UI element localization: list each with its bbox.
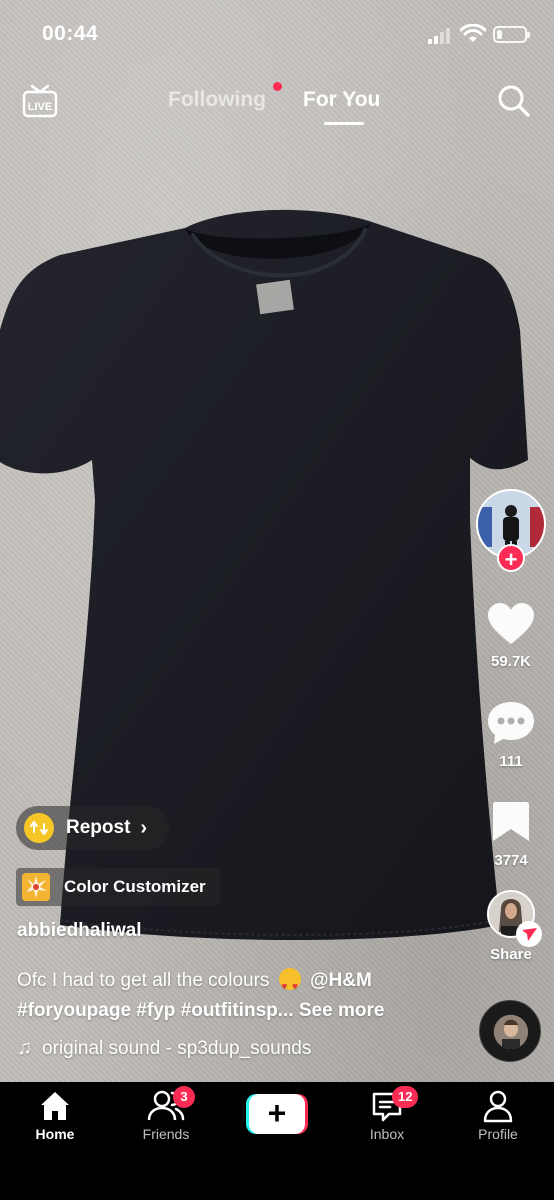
heart-eyes-emoji (278, 968, 301, 1001)
music-note-icon: ♫ (17, 1037, 32, 1059)
create-button[interactable]: + (246, 1094, 308, 1134)
effect-icon (22, 873, 50, 901)
sound-name: original sound - sp3dup_sounds (42, 1037, 312, 1059)
plus-icon: + (249, 1094, 305, 1134)
effect-label: Color Customizer (64, 877, 206, 896)
music-disc[interactable] (479, 1000, 541, 1062)
like-count: 59.7K (490, 653, 532, 670)
comment-button[interactable]: 111 (476, 700, 546, 770)
tab-inbox[interactable]: 12 Inbox (342, 1086, 432, 1142)
repost-button[interactable]: Repost › (16, 806, 170, 850)
repost-icon (24, 813, 54, 843)
tab-profile-label: Profile (478, 1126, 518, 1142)
live-icon[interactable]: LIVE (22, 84, 58, 118)
tab-friends-label: Friends (142, 1126, 190, 1142)
caption-text: Ofc I had to get all the colours (17, 970, 270, 991)
tab-inbox-label: Inbox (369, 1126, 405, 1142)
home-icon (41, 1092, 69, 1120)
status-bar: 00:44 (0, 0, 554, 64)
tab-for-you[interactable]: For You (303, 88, 380, 112)
top-nav: LIVE Following For You (0, 80, 554, 130)
friends-icon-wrap: 3 (121, 1086, 211, 1124)
bookmark-count: 3774 (494, 852, 528, 869)
music-disc-cover (494, 1015, 528, 1049)
creator-avatar-group[interactable]: + (476, 489, 546, 573)
caption-hashtags[interactable]: #foryoupage #fyp #outfitinsp... (17, 1000, 294, 1021)
inbox-badge: 12 (392, 1086, 419, 1108)
effect-burst-glyph (22, 873, 50, 901)
following-notification-dot (273, 82, 282, 91)
video-caption: Ofc I had to get all the colours @H&M #f… (17, 966, 457, 1026)
chevron-right-icon: › (140, 816, 148, 839)
status-time: 00:44 (42, 22, 99, 45)
home-icon-wrap (10, 1088, 100, 1124)
search-icon[interactable] (497, 84, 531, 118)
profile-icon-wrap (453, 1088, 543, 1124)
friends-badge: 3 (173, 1086, 195, 1108)
signal-icon (428, 28, 450, 44)
share-label: Share (490, 946, 532, 963)
inbox-icon-wrap: 12 (342, 1086, 432, 1124)
sound-link[interactable]: ♫ original sound - sp3dup_sounds (17, 1037, 311, 1060)
share-icon (516, 921, 542, 947)
battery-fill (497, 30, 502, 39)
repost-label: Repost (66, 817, 131, 838)
tab-profile[interactable]: Profile (453, 1088, 543, 1142)
tab-following[interactable]: Following (168, 88, 266, 112)
bookmark-button[interactable]: 3774 (476, 799, 546, 869)
repost-arrows-glyph (30, 821, 48, 835)
heart-icon (488, 603, 534, 644)
see-more-link[interactable]: See more (299, 1000, 385, 1021)
active-tab-indicator (324, 122, 364, 125)
bottom-tab-bar: Home 3 Friends + 12 Inbox Profile (0, 1082, 554, 1200)
battery-icon (493, 26, 530, 43)
tab-home[interactable]: Home (10, 1088, 100, 1142)
like-button[interactable]: 59.7K (476, 602, 546, 670)
music-disc-image (494, 1015, 528, 1049)
caption-mention[interactable]: @H&M (310, 970, 372, 991)
tab-home-label: Home (35, 1126, 75, 1142)
creator-username[interactable]: abbiedhaliwal (17, 920, 142, 942)
effect-link[interactable]: Color Customizer (16, 868, 220, 906)
follow-button[interactable]: + (497, 544, 525, 572)
live-icon-label: LIVE (28, 101, 52, 113)
comment-count: 111 (499, 753, 523, 770)
wifi-icon (460, 24, 486, 42)
profile-icon (483, 1090, 513, 1123)
bookmark-icon (493, 802, 529, 841)
comment-icon (488, 702, 534, 744)
tab-friends[interactable]: 3 Friends (121, 1086, 211, 1142)
